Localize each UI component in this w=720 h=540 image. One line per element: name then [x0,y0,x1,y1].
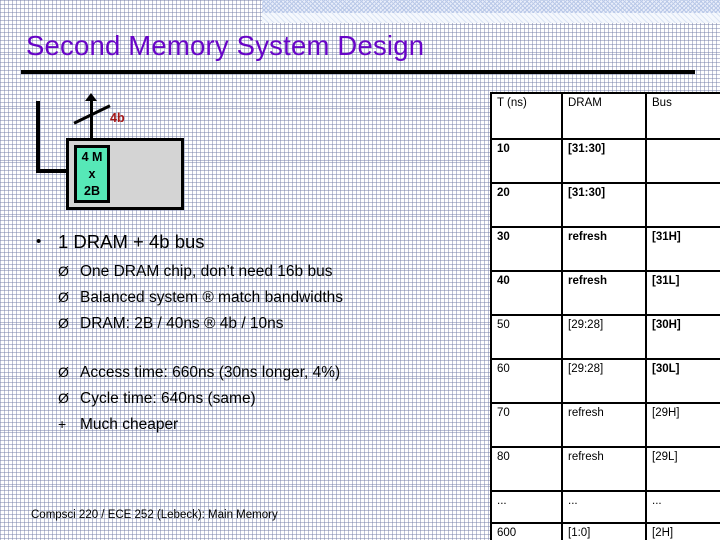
memory-system-diagram: 4b 4 M x 2B [0,0,480,240]
sub-bullet-2: Ø Balanced system ® match bandwidths [0,286,480,309]
table-cell: 50 [490,314,563,360]
table-cell: [30H] [645,314,720,360]
dram-chip-line-1: 4 M [81,150,103,164]
table-row: ......... [490,490,720,524]
table-cell: [1:0] [561,522,647,540]
table-cell: [29:28] [561,314,647,360]
table-cell: 20 [490,182,563,228]
bullet-dot-icon: • [36,233,42,250]
table-row: 60 [29:28] [30L] [490,358,720,404]
arrow-bullet-icon: Ø [58,390,69,406]
table-row: 30 refresh [31H] [490,226,720,272]
sub-bullet-2-text: Balanced system ® match bandwidths [80,289,343,306]
table-cell: refresh [561,270,647,316]
slide-footer: Compsci 220 / ECE 252 (Lebeck): Main Mem… [31,509,278,521]
table-row: 10 [31:30] [490,138,720,184]
table-cell: [29H] [645,402,720,448]
sub-bullet-5: Ø Cycle time: 640ns (same) [0,387,480,410]
arrow-bullet-icon: Ø [58,364,69,380]
sub-bullet-6: + Much cheaper [0,413,480,436]
table-cell: [31H] [645,226,720,272]
table-cell: ... [561,490,647,524]
table-cell: [29L] [645,446,720,492]
table-cell: refresh [561,402,647,448]
dram-chip-line-3: 2B [84,184,100,198]
arrow-bullet-icon: Ø [58,263,69,279]
table-row: 50 [29:28] [30H] [490,314,720,360]
table-cell [645,182,720,228]
table-cell: 10 [490,138,563,184]
table-cell: [31:30] [561,138,647,184]
table-cell: [31:30] [561,182,647,228]
bullet-list: • 1 DRAM + 4b bus Ø One DRAM chip, don’t… [0,230,480,439]
table-cell: ... [490,490,563,524]
sub-bullet-1-text: One DRAM chip, don’t need 16b bus [80,263,333,280]
table-row: 70 refresh [29H] [490,402,720,448]
table-cell: [30L] [645,358,720,404]
sub-bullet-4-text: Access time: 660ns (30ns longer, 4%) [80,364,341,381]
table-cell: ... [645,490,720,524]
timeline-table: T (ns) DRAM Bus 10 [31:30] 20 [31:30] 30 refresh… [490,92,720,540]
table-cell: refresh [561,226,647,272]
sub-bullet-1: Ø One DRAM chip, don’t need 16b bus [0,260,480,283]
table-cell: 70 [490,402,563,448]
plus-bullet-icon: + [58,416,67,432]
dram-chip-line-2: x [88,167,96,181]
table-header-cell: T (ns) [490,92,563,140]
table-cell: [2H] [645,522,720,540]
table-header-row: T (ns) DRAM Bus [490,92,720,140]
table-cell: 80 [490,446,563,492]
slide-canvas: Second Memory System Design 4b 4 M x 2B … [0,0,720,540]
table-cell: 40 [490,270,563,316]
arrow-bullet-icon: Ø [58,289,69,305]
table-cell: refresh [561,446,647,492]
bullet-main-1: • 1 DRAM + 4b bus [0,230,480,254]
table-cell: [29:28] [561,358,647,404]
table-header-cell: DRAM [561,92,647,140]
table-header-cell: Bus [645,92,720,140]
table-row: 20 [31:30] [490,182,720,228]
bus-width-label: 4b [110,111,125,125]
table-row: 80 refresh [29L] [490,446,720,492]
address-wire-vertical [36,101,40,173]
table-row: 40 refresh [31L] [490,270,720,316]
sub-bullet-3-text: DRAM: 2B / 40ns ® 4b / 10ns [80,315,284,332]
arrow-bullet-icon: Ø [58,315,69,331]
sub-bullet-6-text: Much cheaper [80,416,179,433]
table-cell: [31L] [645,270,720,316]
sub-bullet-3: Ø DRAM: 2B / 40ns ® 4b / 10ns [0,312,480,335]
table-cell: 30 [490,226,563,272]
bullet-main-1-text: 1 DRAM + 4b bus [58,231,205,252]
table-cell [645,138,720,184]
table-cell: 600 [490,522,563,540]
dram-chip-box: 4 M x 2B [74,145,110,203]
table-cell: 60 [490,358,563,404]
sub-bullet-5-text: Cycle time: 640ns (same) [80,390,256,407]
sub-bullet-4: Ø Access time: 660ns (30ns longer, 4%) [0,361,480,384]
timeline-table-wrapper: T (ns) DRAM Bus 10 [31:30] 20 [31:30] 30 refresh… [490,92,720,540]
table-row: 600 [1:0] [2H] [490,522,720,540]
